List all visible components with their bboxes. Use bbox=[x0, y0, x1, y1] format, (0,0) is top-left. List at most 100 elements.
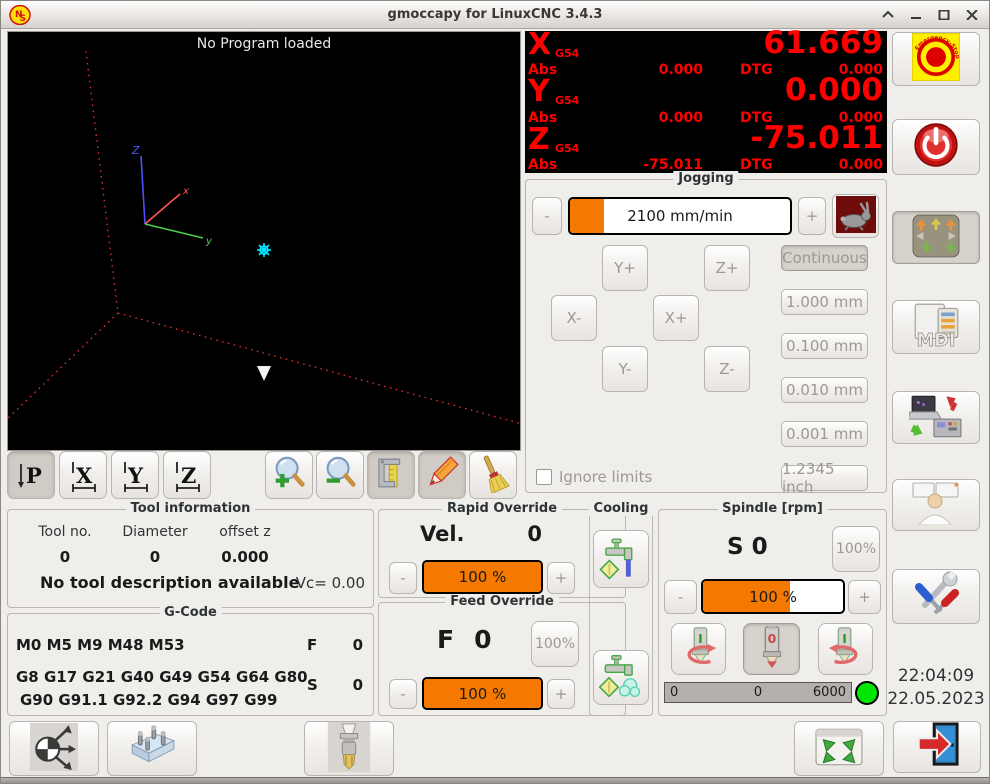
y-axis-label: y bbox=[205, 236, 213, 247]
axis-letter: X bbox=[528, 27, 551, 62]
view-perspective-button[interactable]: P bbox=[7, 451, 55, 499]
spindle-plus-button[interactable]: + bbox=[848, 580, 881, 614]
increment-label: 1.2345 inch bbox=[782, 460, 867, 496]
increment-label: 0.100 mm bbox=[786, 337, 863, 355]
zoom-in-button[interactable] bbox=[265, 451, 313, 499]
view-z-button[interactable]: Z bbox=[163, 451, 211, 499]
block-height-button[interactable] bbox=[107, 721, 197, 776]
view-p-letter: P bbox=[26, 463, 42, 488]
jog-y-minus-button[interactable]: Y- bbox=[602, 346, 648, 392]
dro-axis-x[interactable]: X G54 61.669 Abs0.000DTG0.000 bbox=[525, 31, 887, 78]
close-window-icon[interactable] bbox=[961, 5, 983, 25]
zoom-out-icon bbox=[321, 454, 359, 496]
auto-mode-button[interactable] bbox=[892, 391, 980, 444]
spindle-minus-button[interactable]: - bbox=[664, 580, 697, 614]
increment-0001mm-button[interactable]: 0.001 mm bbox=[781, 421, 868, 447]
machine-on-button[interactable] bbox=[892, 119, 980, 175]
cw-glyph: I bbox=[842, 631, 847, 646]
fullscreen-button[interactable] bbox=[794, 721, 884, 776]
increment-inch-button[interactable]: 1.2345 inch bbox=[781, 465, 868, 491]
spindle-ccw-button[interactable]: I bbox=[671, 623, 726, 675]
emergency-stop-icon: Emergency-Stop bbox=[912, 33, 960, 85]
increment-label: Continuous bbox=[782, 249, 867, 267]
manual-mode-button[interactable] bbox=[892, 211, 980, 264]
jog-y-plus-button[interactable]: Y+ bbox=[602, 245, 648, 291]
spindle-cw-button[interactable]: I bbox=[818, 623, 873, 675]
dro-axis-z[interactable]: Z G54 -75.011 Abs-75.011DTG0.000 bbox=[525, 126, 887, 173]
increment-continuous-button[interactable]: Continuous bbox=[781, 245, 868, 271]
jog-speed-value: 2100 mm/min bbox=[570, 199, 790, 233]
rapid-override-slider[interactable]: 100 % bbox=[422, 560, 543, 594]
view-x-button[interactable]: X bbox=[59, 451, 107, 499]
cooling-title: Cooling bbox=[589, 501, 654, 516]
active-g-codes-line2: G90 G91.1 G92.2 G94 G97 G99 bbox=[16, 689, 308, 712]
feed-reset-100-button[interactable]: 100% bbox=[531, 621, 579, 667]
jog-speed-plus-button[interactable]: + bbox=[798, 197, 826, 235]
jog-x-plus-button[interactable]: X+ bbox=[653, 295, 699, 341]
show-dimensions-button[interactable] bbox=[367, 451, 415, 499]
spindle-cw-icon: I bbox=[823, 625, 869, 673]
rpm-max: 6000 bbox=[813, 685, 846, 700]
jog-z-minus-button[interactable]: Z- bbox=[704, 346, 750, 392]
mdi-mode-button[interactable]: MDI bbox=[892, 300, 980, 354]
increment-1mm-button[interactable]: 1.000 mm bbox=[781, 289, 868, 315]
gcode-title: G-Code bbox=[159, 605, 222, 620]
exit-button[interactable] bbox=[893, 721, 981, 773]
gremlin-3d-preview[interactable]: No Program loaded Z x y bbox=[7, 31, 521, 451]
minimize-window-icon[interactable] bbox=[905, 5, 927, 25]
jog-label: Y- bbox=[619, 360, 632, 378]
jogging-panel: Jogging - 2100 mm/min + Y+ Z+ X- X+ Y- Z… bbox=[525, 179, 887, 493]
mist-coolant-button[interactable] bbox=[593, 650, 649, 705]
jog-z-plus-button[interactable]: Z+ bbox=[704, 245, 750, 291]
settings-tools-button[interactable] bbox=[892, 569, 980, 624]
flood-coolant-button[interactable] bbox=[593, 530, 649, 588]
plus-label: + bbox=[806, 207, 819, 225]
increment-001mm-button[interactable]: 0.010 mm bbox=[781, 377, 868, 403]
spindle-reset-100-button[interactable]: 100% bbox=[832, 526, 880, 572]
spindle-override-slider[interactable]: 100 % bbox=[701, 579, 845, 614]
view-z-letter: Z bbox=[181, 463, 196, 488]
dro-axis-y[interactable]: Y G54 0.000 Abs0.000DTG0.000 bbox=[525, 78, 887, 125]
clock-date: 22.05.2023 bbox=[881, 688, 990, 711]
offset-z-header: offset z bbox=[200, 524, 290, 540]
clear-plot-button[interactable] bbox=[469, 451, 517, 499]
rpm-min: 0 bbox=[670, 685, 678, 700]
shade-window-icon[interactable] bbox=[877, 5, 899, 25]
axis-letter: Y bbox=[528, 74, 550, 109]
view-y-letter: Y bbox=[127, 463, 144, 488]
app-logo-icon: NS bbox=[9, 5, 31, 25]
feed-minus-button[interactable]: - bbox=[389, 679, 417, 709]
draw-path-button[interactable] bbox=[418, 451, 466, 499]
spindle-at-speed-indicator bbox=[855, 681, 879, 705]
touch-off-button[interactable] bbox=[9, 721, 99, 776]
estop-button[interactable]: Emergency-Stop bbox=[892, 32, 980, 86]
z-axis-label: Z bbox=[131, 144, 140, 157]
minus-label: - bbox=[544, 207, 549, 225]
ignore-limits-checkbox[interactable] bbox=[536, 469, 552, 485]
f-label: F bbox=[307, 636, 317, 654]
minus-label: - bbox=[678, 588, 683, 606]
rapid-plus-button[interactable]: + bbox=[547, 562, 575, 594]
jog-speed-minus-button[interactable]: - bbox=[532, 197, 562, 235]
feed-f-value: 0 bbox=[474, 625, 491, 654]
pencil-icon bbox=[423, 454, 461, 496]
increment-01mm-button[interactable]: 0.100 mm bbox=[781, 333, 868, 359]
spindle-stop-button[interactable]: 0 bbox=[743, 623, 800, 675]
jog-speed-slider[interactable]: 2100 mm/min bbox=[568, 197, 792, 235]
view-y-button[interactable]: Y bbox=[111, 451, 159, 499]
tool-no-header: Tool no. bbox=[20, 524, 110, 540]
user-settings-button[interactable] bbox=[892, 479, 980, 531]
minus-label: - bbox=[400, 685, 405, 703]
jog-x-minus-button[interactable]: X- bbox=[551, 295, 597, 341]
jog-turbo-button[interactable] bbox=[832, 194, 879, 238]
feed-override-slider[interactable]: 100 % bbox=[422, 677, 543, 710]
tool-measure-button[interactable] bbox=[304, 721, 394, 776]
s-value: 0 bbox=[353, 676, 363, 694]
zoom-out-button[interactable] bbox=[316, 451, 364, 499]
increment-label: 1.000 mm bbox=[786, 293, 863, 311]
touch-plate-icon bbox=[126, 725, 178, 773]
x-axis-label: x bbox=[182, 186, 189, 197]
rapid-minus-button[interactable]: - bbox=[389, 562, 417, 594]
maximize-window-icon[interactable] bbox=[933, 5, 955, 25]
feed-plus-button[interactable]: + bbox=[547, 679, 575, 709]
